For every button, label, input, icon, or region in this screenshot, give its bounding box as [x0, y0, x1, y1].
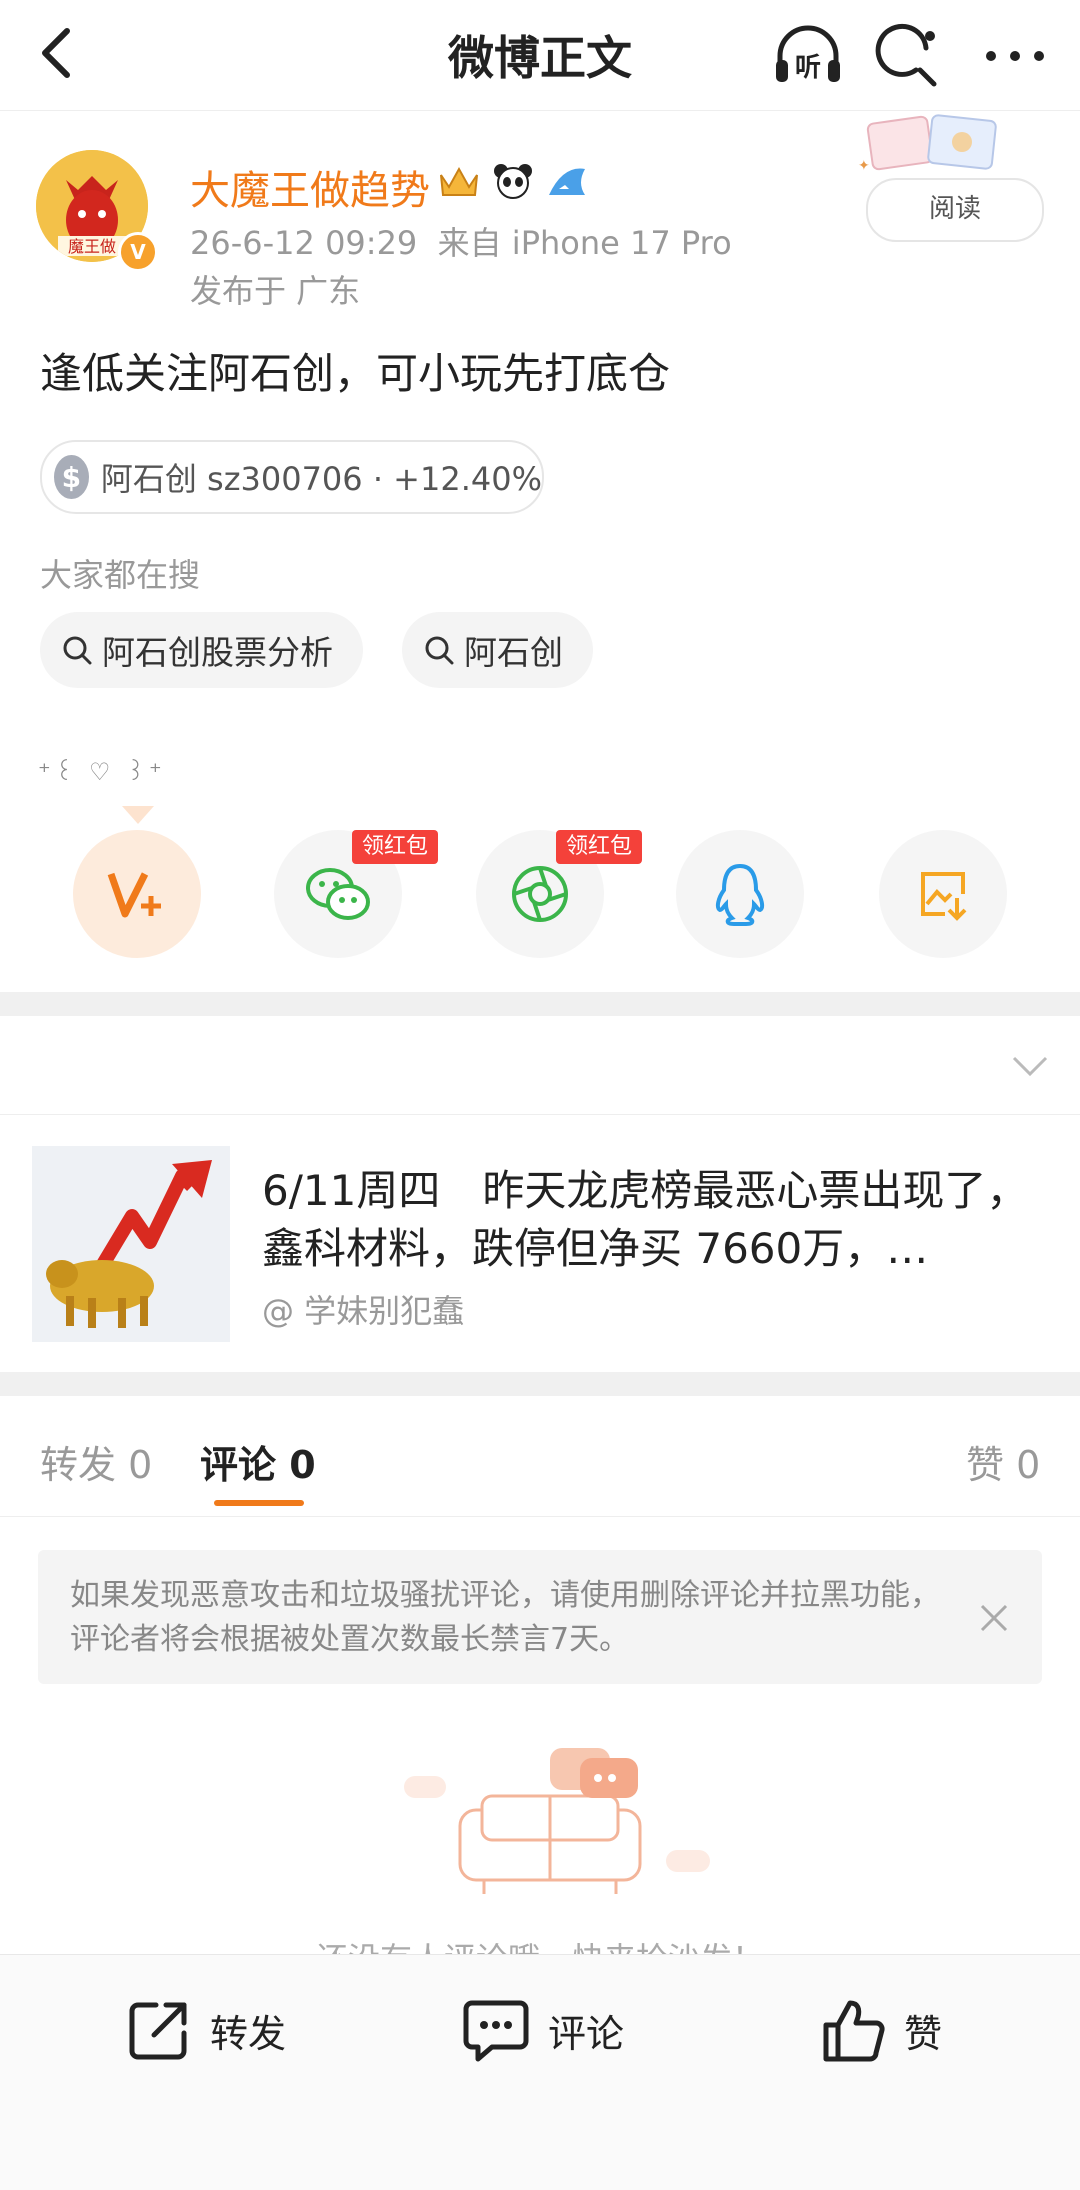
search-icon	[425, 636, 454, 665]
stock-text: 阿石创 sz300706 · +12.40%	[100, 460, 542, 498]
section-divider	[0, 992, 1080, 1016]
svg-text:✦: ✦	[858, 158, 870, 174]
collapse-row[interactable]	[0, 1018, 1080, 1115]
repost-button[interactable]: 转发	[126, 1990, 286, 2070]
card-author[interactable]: @ 学妹别犯蠢	[262, 1286, 464, 1332]
empty-comment-text: 还没有人评论哦，快来抢沙发！	[0, 1934, 1080, 1956]
bull-chart-image-icon	[32, 1146, 230, 1342]
kaomoji-decoration: ⁺꒰ ♡ ꒱⁺	[38, 758, 166, 786]
shark-badge-icon	[544, 160, 590, 202]
like-button[interactable]: 赞	[820, 1990, 942, 2070]
tab-like[interactable]: 赞 0	[966, 1434, 1040, 1489]
redpack-badge: 领红包	[556, 830, 643, 864]
search-icon	[875, 23, 937, 87]
stock-chip[interactable]: $ 阿石创 sz300706 · +12.40%	[40, 440, 544, 514]
post-time: 26-6-12 09:29	[190, 224, 418, 262]
active-tab-indicator	[214, 1500, 304, 1506]
post-source: 来自 iPhone 17 Pro	[437, 224, 732, 262]
verified-badge: V	[118, 232, 158, 272]
qq-penguin-icon	[715, 863, 765, 926]
redpack-badge: 领红包	[352, 830, 439, 864]
post-text: 逢低关注阿石创，可小玩先打底仓	[40, 349, 671, 398]
chevron-down-icon[interactable]	[1010, 1046, 1050, 1086]
download-image-icon	[921, 872, 967, 921]
moments-aperture-icon	[512, 866, 568, 922]
search-chip[interactable]: 阿石创股票分析	[40, 612, 363, 688]
listen-label: 听	[795, 53, 821, 83]
share-pointer	[122, 806, 154, 824]
more-dots-icon	[986, 51, 1044, 61]
empty-sofa-illustration-icon	[400, 1740, 720, 1900]
weibo-v-plus-icon	[107, 872, 161, 918]
section-divider	[0, 1372, 1080, 1396]
comment-notice-text: 如果发现恶意攻击和垃圾骚扰评论，请使用删除评论并拉黑功能，评论者将会根据被处置次…	[70, 1578, 940, 1657]
card-thumbnail[interactable]	[32, 1146, 230, 1342]
author-badges	[436, 158, 590, 204]
trending-search-label: 大家都在搜	[40, 556, 201, 594]
dollar-icon: $	[54, 455, 89, 499]
comment-label: 评论	[548, 2011, 625, 2056]
search-chip[interactable]: 阿石创	[402, 612, 593, 688]
search-button[interactable]	[870, 18, 946, 94]
headphones-icon: 听	[776, 25, 840, 83]
author-name[interactable]: 大魔王做趋势	[190, 158, 430, 216]
save-image-button[interactable]	[879, 830, 1007, 958]
share-weibo-button[interactable]	[73, 830, 201, 958]
search-chip-label: 阿石创股票分析	[102, 633, 333, 672]
listen-button[interactable]: 听	[770, 18, 846, 94]
more-button[interactable]	[975, 18, 1055, 94]
comment-button[interactable]: 评论	[462, 1990, 624, 2070]
post-location: 发布于 广东	[190, 272, 361, 310]
close-icon[interactable]	[976, 1600, 1012, 1636]
post-meta: 26-6-12 09:29 来自 iPhone 17 Pro	[190, 218, 732, 264]
share-icon	[129, 2002, 187, 2060]
card-title[interactable]: 6/11周四 昨天龙虎榜最恶心票出现了，鑫科材料，跌停但净买 7660万，…	[262, 1162, 1052, 1278]
search-icon	[63, 636, 92, 665]
comment-icon	[463, 2000, 529, 2062]
thumbs-up-icon	[823, 2000, 885, 2062]
avatar-text: 魔王做	[68, 237, 116, 256]
tab-divider	[0, 1516, 1080, 1517]
tab-repost[interactable]: 转发 0	[40, 1434, 152, 1489]
search-chip-label: 阿石创	[464, 633, 563, 672]
share-qq-button[interactable]	[676, 830, 804, 958]
read-count-button[interactable]: 阅读	[866, 178, 1044, 242]
like-label: 赞	[904, 2011, 943, 2056]
panda-badge-icon	[490, 160, 536, 202]
wechat-icon	[306, 868, 370, 920]
repost-label: 转发	[210, 2011, 287, 2056]
tab-comment[interactable]: 评论 0	[200, 1434, 316, 1489]
crown-badge-icon	[436, 160, 482, 202]
